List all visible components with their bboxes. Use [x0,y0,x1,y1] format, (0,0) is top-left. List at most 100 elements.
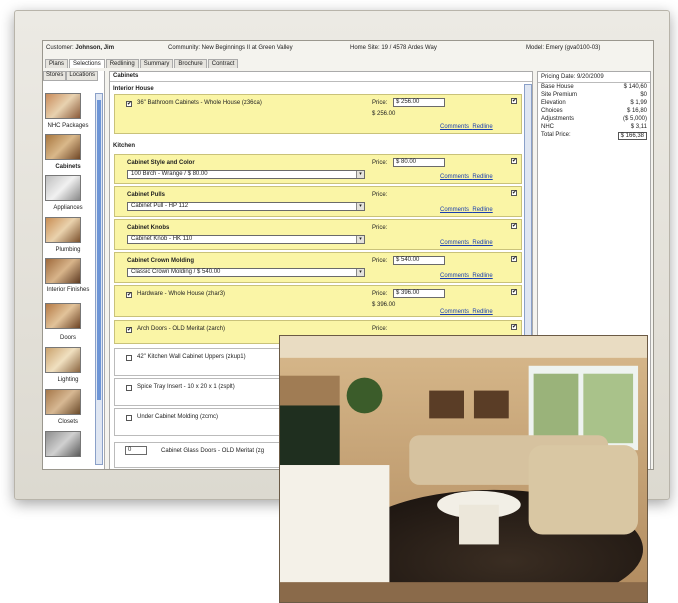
interior-finishes-thumbnail[interactable] [45,258,81,284]
crown-molding-select[interactable]: Classic Crown Molding / $ 540.00 ▾ [127,268,365,277]
tab-contract[interactable]: Contract [207,59,239,68]
option-title: Arch Doors - OLD Meritat (zarch) [137,326,226,332]
model: Model: Emery (gva0100-03) [526,45,601,51]
tab-plans[interactable]: Plans [45,59,69,68]
option-flag-checkbox[interactable]: ✔ [511,98,517,104]
chevron-down-icon[interactable]: ▾ [356,171,364,178]
option-checkbox[interactable]: ✔ [126,327,132,333]
main-tabs: Plans Selections Redlining Summary Broch… [43,56,239,68]
section-kitchen: Kitchen [113,143,136,149]
option-hardware: ✔ Hardware - Whole House (zhar3) Price: … [114,285,522,317]
cabinets-thumbnail[interactable] [45,134,81,160]
option-title: 42" Kitchen Wall Cabinet Uppers (zkup1) [137,354,246,360]
lighting-thumbnail[interactable] [45,347,81,373]
option-checkbox[interactable] [126,385,132,391]
community: Community: New Beginnings II at Green Va… [168,45,293,51]
tab-redlining[interactable]: Redlining [105,59,139,68]
category-plumbing[interactable]: Plumbing [43,247,93,253]
option-cabinet-pulls: Cabinet Pulls Price: Cabinet Pull - HP 1… [114,186,522,217]
redline-link[interactable]: Redline [472,124,492,130]
redline-link[interactable]: Redline [472,174,492,180]
subtab-locations[interactable]: Locations [66,71,99,81]
category-doors[interactable]: Doors [43,335,93,341]
price-subtotal: $ 396.00 [372,302,396,308]
price-label: Price: [372,192,388,198]
option-title: Cabinet Crown Molding [127,258,194,264]
price-label: Price: [372,291,388,297]
cabinet-style-select[interactable]: 100 Birch - Wrange / $ 80.00 ▾ [127,170,365,179]
option-flag-checkbox[interactable]: ✔ [511,289,517,295]
redline-link[interactable]: Redline [472,207,492,213]
price-label: Price: [372,258,388,264]
price-input[interactable]: $ 540.00 [393,256,445,265]
price-input[interactable]: $ 80.00 [393,158,445,167]
nhc-packages-thumbnail[interactable] [45,93,81,119]
option-title: Cabinet Pulls [127,192,166,198]
chevron-down-icon[interactable]: ▾ [356,269,364,276]
pricing-row: Elevation $ 1,99 [541,100,647,106]
chevron-down-icon[interactable]: ▾ [356,203,364,210]
option-flag-checkbox[interactable]: ✔ [511,256,517,262]
option-cabinet-style: Cabinet Style and Color Price: $ 80.00 1… [114,154,522,184]
redline-link[interactable]: Redline [472,273,492,279]
chevron-down-icon[interactable]: ▾ [356,236,364,243]
option-title: Spice Tray Insert - 10 x 20 x 1 (zsplt) [137,384,235,390]
section-interior-house: Interior House [113,86,154,92]
comments-link[interactable]: Comments [440,174,469,180]
category-lighting[interactable]: Lighting [43,377,93,383]
price-label: Price: [372,326,388,332]
comments-link[interactable]: Comments [440,207,469,213]
price-label: Price: [372,100,388,106]
category-closets[interactable]: Closets [43,419,93,425]
plumbing-thumbnail[interactable] [45,217,81,243]
price-input[interactable]: $ 256.00 [393,98,445,107]
quantity-input[interactable]: 0 [125,446,147,455]
comments-link[interactable]: Comments [440,240,469,246]
scroll-thumb[interactable] [97,100,101,400]
pricing-row: NHC $ 3,11 [541,124,647,130]
customer-name: Johnson, Jim [75,45,115,51]
redline-link[interactable]: Redline [472,240,492,246]
option-crown-molding: Cabinet Crown Molding Price: $ 540.00 Cl… [114,252,522,283]
appliances-thumbnail[interactable] [45,175,81,201]
category-interior-finishes[interactable]: Interior Finishes [43,287,93,293]
option-title: Cabinet Style and Color [127,160,195,166]
tab-brochure[interactable]: Brochure [174,59,207,68]
option-checkbox[interactable]: ✔ [126,101,132,107]
price-subtotal: $ 256.00 [372,111,396,117]
cabinet-knobs-select[interactable]: Cabinet Knob - HK 110 ▾ [127,235,365,244]
living-room-photo [279,335,648,603]
category-cabinets[interactable]: Cabinets [43,164,93,170]
category-thumbnail[interactable] [45,431,81,457]
panel-title: Cabinets [110,72,532,82]
option-title: Cabinet Glass Doors - OLD Meritat (zg [161,448,265,454]
comments-link[interactable]: Comments [440,309,469,315]
comments-link[interactable]: Comments [440,273,469,279]
home-site: Home Site: 19 / 4578 Ardes Way [350,45,437,51]
option-flag-checkbox[interactable]: ✔ [511,190,517,196]
category-nhc-packages[interactable]: NHC Packages [43,123,93,129]
option-flag-checkbox[interactable]: ✔ [511,324,517,330]
closets-thumbnail[interactable] [45,389,81,415]
option-flag-checkbox[interactable]: ✔ [511,158,517,164]
tab-selections[interactable]: Selections [69,59,105,68]
pricing-row: Base House $ 140,60 [541,84,647,90]
category-pane: Stores Locations NHC Packages Cabinets A… [43,71,105,469]
option-title: 36" Bathroom Cabinets - Whole House (z36… [137,100,262,106]
option-flag-checkbox[interactable]: ✔ [511,223,517,229]
price-label: Price: [372,225,388,231]
category-appliances[interactable]: Appliances [43,205,93,211]
option-checkbox[interactable]: ✔ [126,292,132,298]
comments-link[interactable]: Comments [440,124,469,130]
option-bathroom-cabinets: ✔ 36" Bathroom Cabinets - Whole House (z… [114,94,522,134]
option-checkbox[interactable] [126,415,132,421]
price-input[interactable]: $ 396.00 [393,289,445,298]
tab-summary[interactable]: Summary [139,59,174,68]
doors-thumbnail[interactable] [45,303,81,329]
pricing-row: Adjustments ($ 5,000) [541,116,647,122]
redline-link[interactable]: Redline [472,309,492,315]
option-checkbox[interactable] [126,355,132,361]
subtab-stores[interactable]: Stores [43,71,67,81]
category-scrollbar[interactable] [95,93,103,465]
cabinet-pulls-select[interactable]: Cabinet Pull - HP 112 ▾ [127,202,365,211]
